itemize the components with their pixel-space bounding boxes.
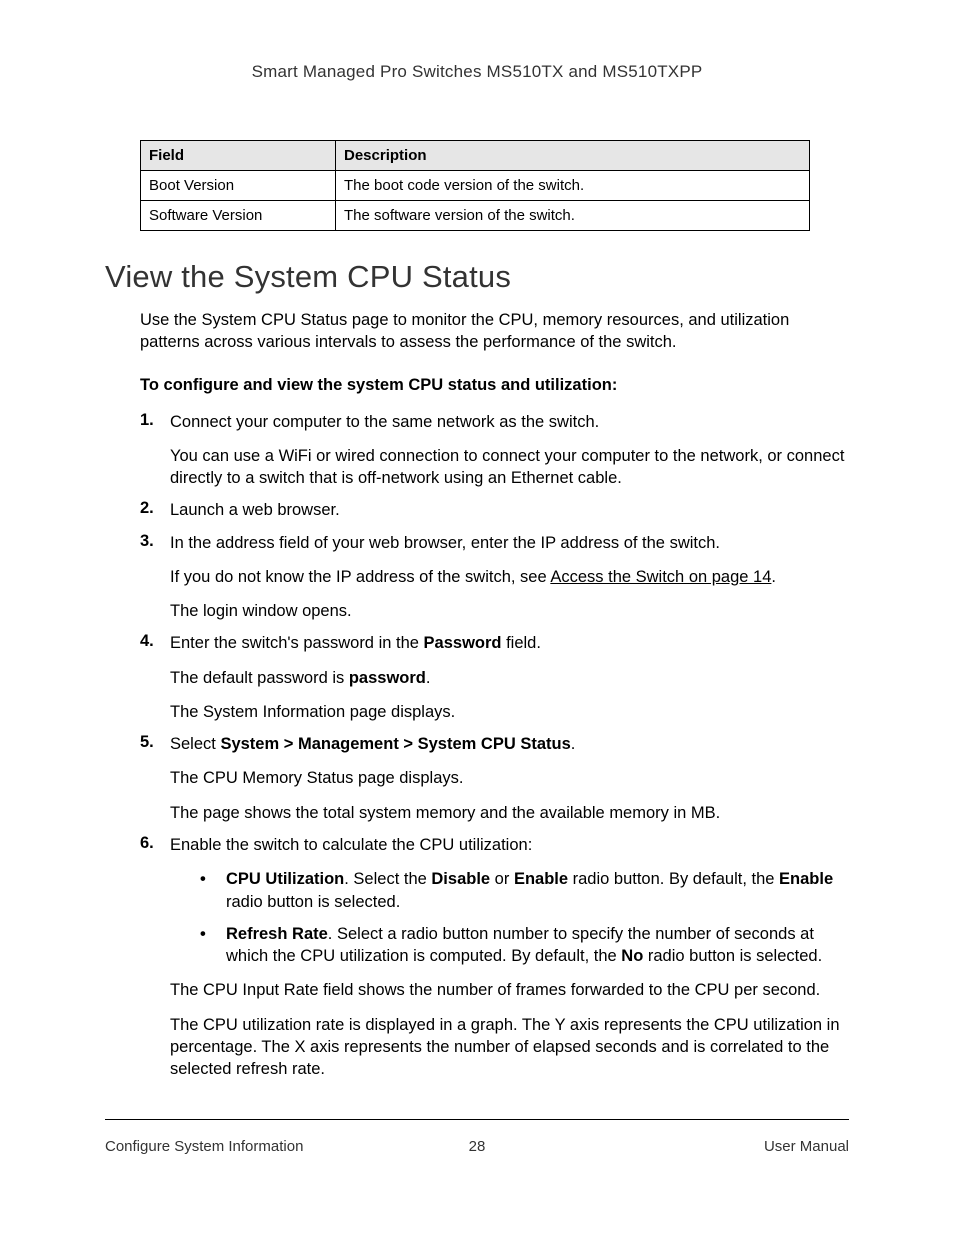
step-text: The System Information page displays. xyxy=(170,701,849,723)
step-text: Enter the switch's password in the Passw… xyxy=(170,632,849,654)
step-number: 4. xyxy=(140,632,170,723)
step-4: 4. Enter the switch's password in the Pa… xyxy=(140,632,849,723)
intro-paragraph: Use the System CPU Status page to monito… xyxy=(140,309,849,354)
step-text: Connect your computer to the same networ… xyxy=(170,411,849,433)
page-footer: Configure System Information 28 User Man… xyxy=(105,1119,849,1155)
step-2: 2. Launch a web browser. xyxy=(140,499,849,521)
page-number: 28 xyxy=(469,1138,486,1155)
step-text: The CPU Memory Status page displays. xyxy=(170,767,849,789)
step-text: In the address field of your web browser… xyxy=(170,532,849,554)
step-3: 3. In the address field of your web brow… xyxy=(140,532,849,623)
table-cell: The boot code version of the switch. xyxy=(336,171,810,201)
step-text: You can use a WiFi or wired connection t… xyxy=(170,445,849,490)
table-header-description: Description xyxy=(336,141,810,171)
step-text: The CPU utilization rate is displayed in… xyxy=(170,1014,849,1081)
step-text: The default password is password. xyxy=(170,667,849,689)
step-5: 5. Select System > Management > System C… xyxy=(140,733,849,824)
bullet-icon: • xyxy=(200,923,226,968)
step-text: Select System > Management > System CPU … xyxy=(170,733,849,755)
footer-manual-label: User Manual xyxy=(764,1138,849,1155)
step-text: Enable the switch to calculate the CPU u… xyxy=(170,834,849,856)
section-heading: View the System CPU Status xyxy=(105,259,849,295)
bullet-item: • CPU Utilization. Select the Disable or… xyxy=(200,868,849,913)
step-text: Launch a web browser. xyxy=(170,499,849,521)
bullet-icon: • xyxy=(200,868,226,913)
step-number: 2. xyxy=(140,499,170,521)
document-header: Smart Managed Pro Switches MS510TX and M… xyxy=(105,62,849,82)
table-header-field: Field xyxy=(141,141,336,171)
field-description-table: Field Description Boot Version The boot … xyxy=(140,140,810,231)
bullet-text: Refresh Rate. Select a radio button numb… xyxy=(226,923,849,968)
footer-rule xyxy=(105,1119,849,1120)
step-number: 6. xyxy=(140,834,170,1080)
step-1: 1. Connect your computer to the same net… xyxy=(140,411,849,490)
table-cell: Boot Version xyxy=(141,171,336,201)
step-number: 3. xyxy=(140,532,170,623)
table-row: Software Version The software version of… xyxy=(141,201,810,231)
step-text: The page shows the total system memory a… xyxy=(170,802,849,824)
step-text: The CPU Input Rate field shows the numbe… xyxy=(170,979,849,1001)
step-text: The login window opens. xyxy=(170,600,849,622)
step-number: 5. xyxy=(140,733,170,824)
bullet-item: • Refresh Rate. Select a radio button nu… xyxy=(200,923,849,968)
cross-reference-link[interactable]: Access the Switch on page 14 xyxy=(550,568,771,586)
bullet-text: CPU Utilization. Select the Disable or E… xyxy=(226,868,849,913)
step-number: 1. xyxy=(140,411,170,490)
step-6: 6. Enable the switch to calculate the CP… xyxy=(140,834,849,1080)
procedure-heading: To configure and view the system CPU sta… xyxy=(140,376,849,395)
table-row: Boot Version The boot code version of th… xyxy=(141,171,810,201)
step-text: If you do not know the IP address of the… xyxy=(170,566,849,588)
table-cell: The software version of the switch. xyxy=(336,201,810,231)
footer-section-name: Configure System Information xyxy=(105,1138,303,1155)
table-cell: Software Version xyxy=(141,201,336,231)
